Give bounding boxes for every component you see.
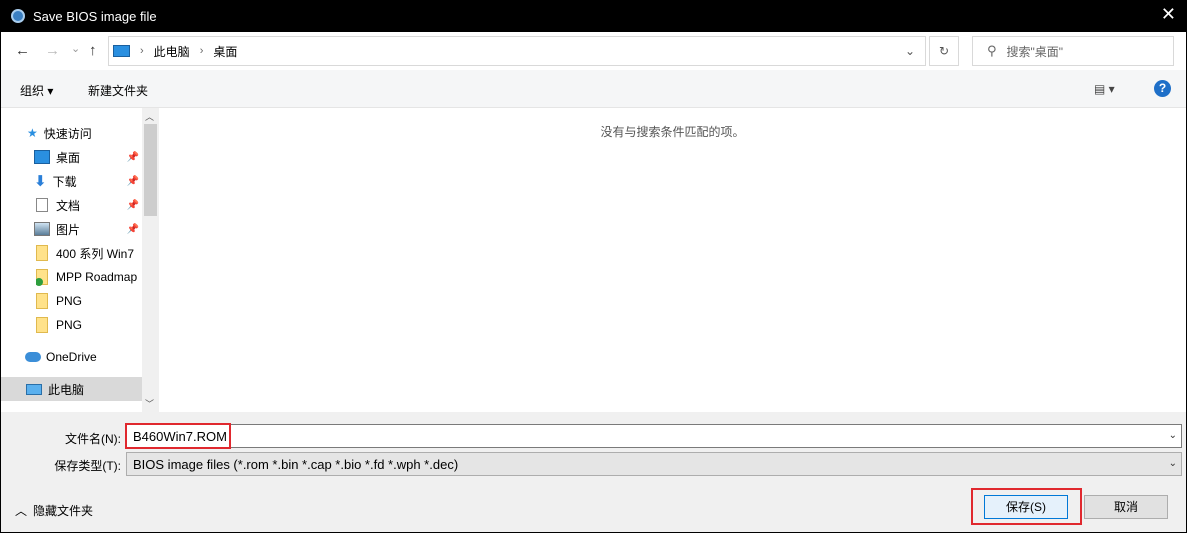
folder-icon bbox=[36, 317, 48, 333]
sidebar-scrollbar[interactable]: ︿ ﹀ bbox=[142, 108, 158, 412]
toolbar: 组织 ▾ 新建文件夹 ▤ ▾ ? bbox=[1, 70, 1186, 108]
sidebar-item-downloads[interactable]: ⬇ 下载 📌 bbox=[34, 169, 142, 193]
sidebar-item-label: 文档 bbox=[56, 198, 81, 213]
breadcrumb-desktop[interactable]: 桌面 bbox=[213, 43, 237, 60]
chevron-down-icon[interactable]: ⌄ bbox=[1169, 430, 1177, 441]
chevron-up-icon: ︿ bbox=[15, 504, 28, 518]
filename-input[interactable]: B460Win7.ROM ⌄ bbox=[125, 423, 1182, 449]
sidebar-item-onedrive[interactable]: OneDrive bbox=[25, 345, 142, 369]
navigation-pane: ★ 快速访问 桌面 📌 ⬇ 下载 📌 文档 📌 图片 📌 400 系列 Win7 MPP R… bbox=[1, 108, 158, 412]
filename-label: 文件名(N): bbox=[65, 432, 121, 446]
file-list[interactable]: 没有与搜索条件匹配的项。 bbox=[159, 108, 1186, 412]
empty-message: 没有与搜索条件匹配的项。 bbox=[600, 125, 745, 139]
new-folder-button[interactable]: 新建文件夹 bbox=[88, 82, 148, 99]
document-icon bbox=[36, 198, 48, 212]
refresh-button[interactable]: ↻ bbox=[929, 36, 959, 66]
download-icon: ⬇ bbox=[34, 173, 47, 190]
back-button[interactable]: ← bbox=[15, 42, 30, 59]
sidebar-item-desktop[interactable]: 桌面 📌 bbox=[34, 145, 142, 169]
folder-synced-icon bbox=[36, 269, 48, 286]
sidebar-item-label: 400 系列 Win7 bbox=[56, 246, 135, 261]
star-icon: ★ bbox=[27, 126, 38, 140]
filetype-select[interactable]: BIOS image files (*.rom *.bin *.cap *.bi… bbox=[126, 452, 1182, 476]
forward-button[interactable]: → bbox=[45, 42, 60, 59]
pin-icon[interactable]: 📌 bbox=[127, 200, 139, 211]
recent-locations-button[interactable]: ⌄ bbox=[71, 42, 80, 55]
save-button[interactable]: 保存(S) bbox=[984, 495, 1068, 519]
sidebar-item-pictures[interactable]: 图片 📌 bbox=[34, 217, 142, 241]
scroll-down-icon[interactable]: ﹀ bbox=[145, 397, 154, 410]
folder-icon bbox=[36, 245, 48, 261]
sidebar-item-folder-400-win7[interactable]: 400 系列 Win7 bbox=[36, 241, 142, 265]
hide-folders-toggle[interactable]: ︿ 隐藏文件夹 bbox=[15, 502, 93, 519]
help-button[interactable]: ? bbox=[1154, 80, 1171, 97]
filename-value: B460Win7.ROM bbox=[133, 429, 227, 444]
pin-icon[interactable]: 📌 bbox=[127, 224, 139, 235]
sidebar-item-label: PNG bbox=[56, 318, 83, 332]
pc-icon bbox=[26, 383, 42, 395]
filetype-label: 保存类型(T): bbox=[54, 459, 121, 473]
pin-icon[interactable]: 📌 bbox=[127, 152, 139, 163]
chevron-right-icon: › bbox=[199, 45, 204, 57]
save-dialog: Save BIOS image file ✕ ← → ⌄ ↑ › 此电脑 › 桌… bbox=[1, 0, 1186, 532]
sidebar-item-folder-mpp-roadmap[interactable]: MPP Roadmap bbox=[36, 265, 142, 289]
close-button[interactable]: ✕ bbox=[1161, 4, 1176, 25]
breadcrumb-this-pc[interactable]: 此电脑 bbox=[154, 43, 190, 60]
address-bar[interactable]: › 此电脑 › 桌面 ⌄ bbox=[108, 36, 926, 66]
desktop-icon bbox=[34, 150, 50, 164]
scroll-up-icon[interactable]: ︿ bbox=[145, 110, 154, 123]
sidebar-item-this-pc[interactable]: 此电脑 bbox=[1, 377, 142, 401]
sidebar-item-label: MPP Roadmap bbox=[56, 270, 138, 284]
title-bar: Save BIOS image file ✕ bbox=[1, 0, 1186, 32]
pin-icon[interactable]: 📌 bbox=[127, 176, 139, 187]
sidebar-item-label: OneDrive bbox=[46, 350, 97, 364]
onedrive-icon bbox=[25, 352, 41, 362]
sidebar-item-label: 桌面 bbox=[56, 150, 81, 165]
scrollbar-thumb[interactable] bbox=[144, 124, 157, 216]
chevron-down-icon: ⌄ bbox=[1168, 458, 1177, 469]
sidebar-item-folder-png[interactable]: PNG bbox=[36, 289, 142, 313]
view-options-button[interactable]: ▤ ▾ bbox=[1094, 82, 1115, 96]
organize-button[interactable]: 组织 ▾ bbox=[20, 82, 53, 99]
sidebar-item-label: PNG bbox=[56, 294, 83, 308]
search-icon: ⚲ bbox=[987, 43, 997, 58]
folder-icon bbox=[36, 293, 48, 309]
chevron-right-icon: › bbox=[140, 45, 144, 57]
sidebar-item-folder-png-2[interactable]: PNG bbox=[36, 313, 142, 337]
sidebar-item-label: 图片 bbox=[56, 222, 81, 237]
search-input[interactable]: ⚲ 搜索"桌面" bbox=[972, 36, 1174, 66]
pc-icon bbox=[113, 45, 130, 57]
sidebar-item-label: 快速访问 bbox=[43, 126, 92, 141]
navigation-bar: ← → ⌄ ↑ › 此电脑 › 桌面 ⌄ ↻ ⚲ 搜索"桌面" bbox=[1, 32, 1186, 70]
picture-icon bbox=[34, 222, 50, 236]
sidebar-item-label: 此电脑 bbox=[48, 382, 85, 397]
app-icon bbox=[11, 9, 25, 23]
hide-folders-label: 隐藏文件夹 bbox=[33, 504, 94, 518]
search-placeholder: 搜索"桌面" bbox=[1006, 44, 1064, 59]
up-button[interactable]: ↑ bbox=[89, 42, 97, 59]
sidebar-item-label: 下载 bbox=[52, 174, 77, 189]
sidebar-item-documents[interactable]: 文档 📌 bbox=[34, 193, 142, 217]
filetype-value: BIOS image files (*.rom *.bin *.cap *.bi… bbox=[133, 457, 459, 472]
cancel-button[interactable]: 取消 bbox=[1084, 495, 1168, 519]
chevron-down-icon[interactable]: ⌄ bbox=[905, 44, 915, 58]
window-title: Save BIOS image file bbox=[33, 8, 157, 24]
